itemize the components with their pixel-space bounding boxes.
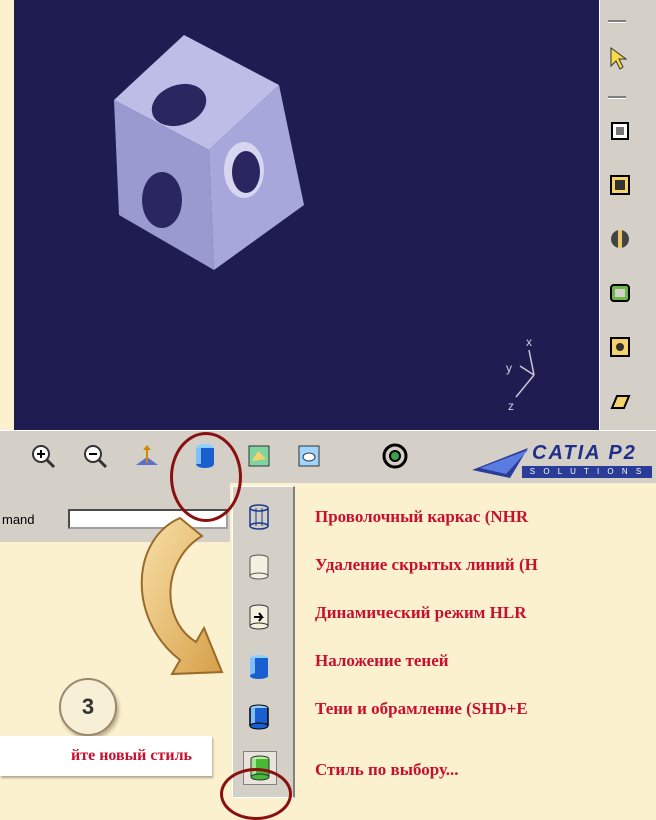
swap-visible-space-icon[interactable] bbox=[294, 441, 324, 471]
zoom-out-icon[interactable] bbox=[80, 441, 110, 471]
logo-swoosh-icon bbox=[472, 448, 528, 478]
shading-icon[interactable] bbox=[243, 651, 275, 683]
menu-label-dynamic-hlr: Динамический режим HLR bbox=[315, 603, 527, 622]
render-style-dropdown bbox=[232, 486, 295, 798]
hide-show-icon[interactable] bbox=[244, 441, 274, 471]
multi-view-icon[interactable] bbox=[607, 226, 633, 252]
select-arrow-icon[interactable] bbox=[607, 45, 633, 71]
custom-style-highlight-ring bbox=[220, 768, 292, 820]
render-style-highlight-ring bbox=[170, 432, 242, 522]
right-toolbar bbox=[599, 0, 656, 430]
step-number-badge: 3 bbox=[59, 678, 117, 736]
menu-label-hidden-lines: Удаление скрытых линий (H bbox=[315, 555, 538, 574]
sketcher-icon[interactable] bbox=[607, 118, 633, 144]
axis-triad bbox=[515, 349, 535, 398]
menu-label-wireframe: Проволочный каркас (NHR bbox=[315, 507, 529, 526]
normal-view-icon[interactable] bbox=[132, 441, 162, 471]
logo-subtext: S O L U T I O N S bbox=[522, 466, 652, 478]
part-geometry-view: x y z bbox=[114, 35, 535, 413]
axis-x-label: x bbox=[526, 335, 532, 349]
3d-viewport[interactable]: x y z bbox=[14, 0, 599, 430]
toolbar-separator bbox=[608, 20, 626, 23]
menu-label-shading: Наложение теней bbox=[315, 651, 449, 670]
curved-arrow-icon bbox=[140, 516, 224, 676]
axis-y-label: y bbox=[506, 361, 512, 375]
zoom-in-icon[interactable] bbox=[28, 441, 58, 471]
catia-logo: CATIA P2 S O L U T I O N S bbox=[470, 440, 656, 480]
axis-z-label: z bbox=[508, 399, 514, 413]
menu-label-custom-style: Стиль по выбору... bbox=[315, 760, 459, 779]
wireframe-icon[interactable] bbox=[243, 501, 275, 533]
logo-text: CATIA P2 bbox=[532, 442, 637, 464]
caption-box: йте новый стиль bbox=[0, 736, 212, 776]
menu-label-shading-edges: Тени и обрамление (SHD+E bbox=[315, 699, 528, 718]
hidden-lines-icon[interactable] bbox=[243, 551, 275, 583]
swap-space-icon[interactable] bbox=[607, 334, 633, 360]
cube-model[interactable] bbox=[114, 35, 304, 270]
shading-edges-icon[interactable] bbox=[243, 701, 275, 733]
dynamic-hlr-icon[interactable] bbox=[243, 601, 275, 633]
normal-view-icon[interactable] bbox=[607, 172, 633, 198]
properties-icon[interactable] bbox=[607, 388, 633, 414]
command-label: mand bbox=[2, 512, 35, 527]
hide-show-icon[interactable] bbox=[607, 280, 633, 306]
view-mode-icon[interactable] bbox=[380, 441, 410, 471]
toolbar-separator bbox=[608, 96, 626, 99]
